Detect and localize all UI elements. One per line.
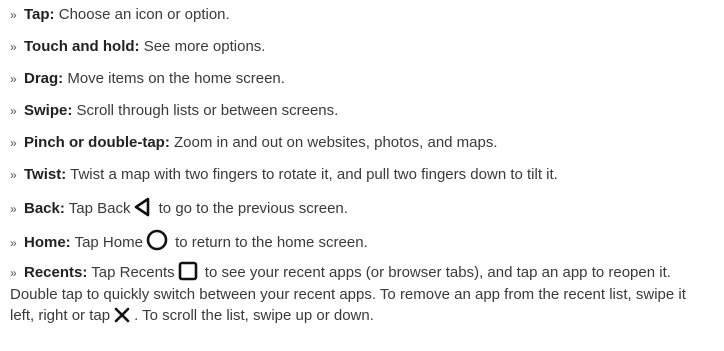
description: Choose an icon or option. <box>54 6 230 23</box>
term: Pinch or double-tap: <box>24 134 170 151</box>
gesture-help-document: » Tap: Choose an icon or option. » Touch a… <box>0 0 724 351</box>
recents-square-icon <box>178 261 198 281</box>
description: Scroll through lists or between screens. <box>72 102 339 119</box>
list-item-recents: » Recents: Tap Recents to see your recent… <box>0 261 724 326</box>
bullet: » <box>10 136 17 150</box>
term: Tap: <box>24 6 55 23</box>
term: Back: <box>24 200 65 217</box>
list-item-drag: » Drag: Move items on the home screen. <box>0 68 724 90</box>
term: Touch and hold: <box>24 38 140 55</box>
term: Drag: <box>24 70 64 87</box>
list-item-back: » Back: Tap Back to go to the previous sc… <box>0 197 724 220</box>
description: Twist a map with two fingers to rotate i… <box>66 166 558 183</box>
bullet: » <box>10 168 17 182</box>
bullet: » <box>10 40 17 54</box>
bullet: » <box>10 72 17 86</box>
term: Twist: <box>24 166 67 183</box>
term: Swipe: <box>24 102 73 119</box>
home-circle-icon <box>146 229 168 251</box>
list-item-tap: » Tap: Choose an icon or option. <box>0 4 724 26</box>
description: Zoom in and out on websites, photos, and… <box>169 134 498 151</box>
bullet: » <box>10 202 17 216</box>
list-item-twist: » Twist: Twist a map with two fingers to … <box>0 164 724 186</box>
description: . To scroll the list, swipe up or down. <box>134 307 374 324</box>
list-item-pinch: » Pinch or double-tap: Zoom in and out on… <box>0 132 724 154</box>
description: Move items on the home screen. <box>63 70 285 87</box>
description: Tap Home <box>70 234 143 251</box>
list-item-home: » Home: Tap Home to return to the home sc… <box>0 229 724 254</box>
description: to go to the previous screen. <box>154 200 348 217</box>
bullet: » <box>10 266 17 280</box>
term: Home: <box>24 234 71 251</box>
bullet: » <box>10 8 17 22</box>
description: Tap Recents <box>87 264 175 281</box>
close-x-icon <box>113 306 131 324</box>
back-triangle-icon <box>133 197 151 217</box>
description: Tap Back <box>64 200 131 217</box>
description: to return to the home screen. <box>170 234 368 251</box>
description: See more options. <box>139 38 266 55</box>
bullet: » <box>10 236 17 250</box>
list-item-swipe: » Swipe: Scroll through lists or between … <box>0 100 724 122</box>
list-item-touch-and-hold: » Touch and hold: See more options. <box>0 36 724 58</box>
recents-paragraph: » Recents: Tap Recents to see your recent… <box>10 261 710 326</box>
term: Recents: <box>24 264 88 281</box>
bullet: » <box>10 104 17 118</box>
